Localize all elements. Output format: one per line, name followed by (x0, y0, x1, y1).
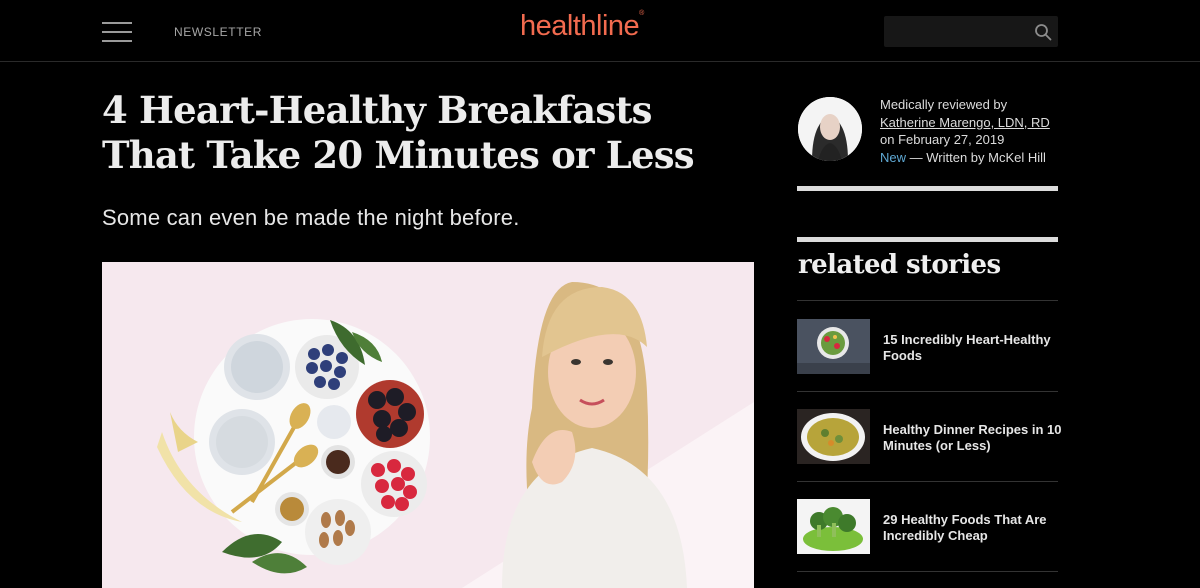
menu-icon[interactable] (102, 21, 132, 43)
hero-photo (102, 262, 754, 588)
logo-text: healthline (520, 10, 640, 42)
related-story-item[interactable]: 15 Incredibly Heart-Healthy Foods (797, 319, 1058, 375)
written-by: — Written by McKel Hill (909, 149, 1046, 165)
story-title[interactable]: Healthy Dinner Recipes in 10 Minutes (or… (883, 422, 1063, 454)
site-logo[interactable]: healthline® (520, 10, 644, 43)
avatar-photo (798, 97, 862, 161)
search-box[interactable] (884, 16, 1058, 47)
story-title[interactable]: 15 Incredibly Heart-Healthy Foods (883, 332, 1063, 364)
byline: Medically reviewed by Katherine Marengo,… (880, 96, 1066, 166)
story-thumbnail (797, 409, 870, 464)
article-headline: 4 Heart-Healthy Breakfasts That Take 20 … (102, 88, 695, 177)
related-story-item[interactable]: 29 Healthy Foods That Are Incredibly Che… (797, 499, 1058, 555)
reviewed-prefix: Medically reviewed by (880, 97, 1008, 112)
divider (797, 481, 1058, 482)
newsletter-link[interactable]: NEWSLETTER (174, 25, 262, 39)
logo-registered-mark: ® (639, 10, 644, 17)
divider (797, 571, 1058, 572)
reviewer-avatar[interactable] (798, 97, 862, 161)
article-subhead: Some can even be made the night before. (102, 205, 520, 230)
divider (797, 391, 1058, 392)
divider (797, 186, 1058, 191)
story-thumbnail (797, 319, 870, 374)
new-badge: New (880, 149, 907, 165)
related-story-item[interactable]: Healthy Dinner Recipes in 10 Minutes (or… (797, 409, 1061, 465)
story-thumbnail (797, 499, 870, 554)
search-input[interactable] (884, 16, 1024, 47)
hero-image (102, 262, 754, 588)
story-title[interactable]: 29 Healthy Foods That Are Incredibly Che… (883, 512, 1063, 544)
divider (797, 237, 1058, 242)
reviewer-link[interactable]: Katherine Marengo, LDN, RD (880, 115, 1050, 130)
review-date: on February 27, 2019 (880, 132, 1005, 147)
search-icon[interactable] (1034, 23, 1052, 41)
divider (797, 300, 1058, 301)
site-header: NEWSLETTER healthline® (0, 0, 1200, 62)
related-stories-heading: related stories (798, 250, 1001, 280)
